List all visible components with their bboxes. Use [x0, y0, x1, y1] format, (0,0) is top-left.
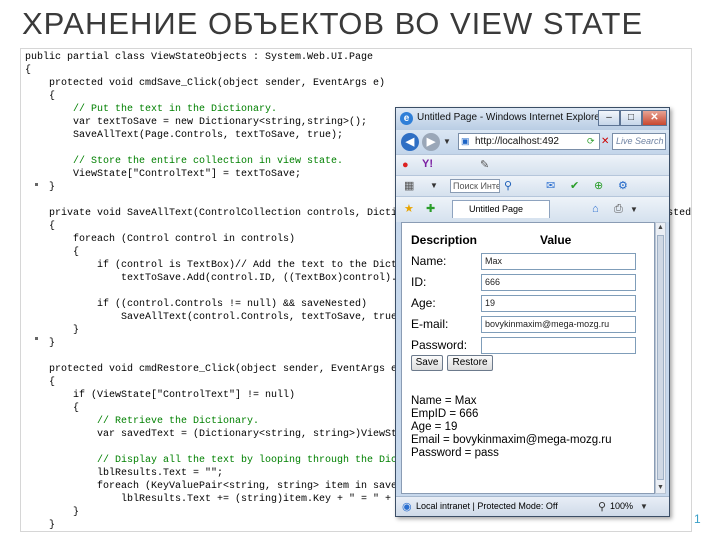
slide-title: ХРАНЕНИЕ ОБЪЕКТОВ ВО VIEW STATE	[22, 6, 644, 41]
scrollbar-thumb[interactable]	[657, 235, 664, 480]
code-line: foreach (Control control in controls)	[25, 234, 296, 245]
toolbar-grip-icon: ▦	[404, 180, 415, 192]
code-line: }	[25, 507, 80, 518]
home-icon[interactable]: ⌂	[592, 202, 599, 216]
code-line: textToSave.Add(control.ID, ((TextBox)con…	[25, 273, 434, 284]
refresh-icon[interactable]: ⟳	[587, 134, 595, 148]
bullet-dot	[35, 337, 38, 340]
mail-icon[interactable]: ✉	[546, 179, 555, 193]
dropdown-arrow-icon[interactable]: ▼	[443, 135, 451, 149]
search-icon[interactable]: ⚲	[504, 179, 512, 193]
scroll-up-icon[interactable]: ▲	[656, 223, 665, 233]
dropdown-arrow-icon[interactable]: ▼	[630, 203, 638, 217]
links-toolbar: ● Y! ✎	[396, 154, 669, 175]
maximize-button[interactable]: □	[620, 110, 642, 126]
name-label: Name:	[411, 254, 447, 268]
email-input[interactable]: bovykinmaxim@mega-mozg.ru	[481, 316, 636, 333]
toolbar-search-input[interactable]: Поиск Интернет	[450, 179, 500, 193]
code-line: public partial class ViewStateObjects : …	[25, 52, 374, 63]
code-line: ViewState["ControlText"] = textToSave;	[25, 169, 302, 180]
code-line: var textToSave = new Dictionary<string,s…	[25, 117, 368, 128]
intranet-globe-icon: ◉	[402, 501, 412, 513]
favorites-star-icon[interactable]: ★	[404, 202, 414, 216]
web-page-content: Description Value Name: Max ID: 666 Age:…	[401, 222, 655, 494]
code-line: {	[25, 65, 32, 76]
dropdown-arrow-icon[interactable]: ▼	[640, 500, 648, 514]
code-line: }	[25, 338, 56, 349]
ie-logo-icon: e	[400, 112, 413, 125]
check-icon[interactable]: ✔	[570, 179, 579, 193]
tab-untitled-page[interactable]: Untitled Page	[452, 200, 550, 218]
close-button[interactable]: ✕	[642, 110, 667, 126]
zoom-icon: ⚲	[598, 501, 607, 513]
code-line: {	[25, 221, 56, 232]
address-bar[interactable]: ▣ http://localhost:492 ⟳	[458, 133, 600, 150]
minimize-button[interactable]: –	[598, 110, 620, 126]
window-title: Untitled Page - Windows Internet Explore…	[417, 112, 604, 123]
page-number: 1	[694, 512, 701, 526]
page-icon: ▣	[461, 136, 470, 146]
search-toolbar: ▦ ▼ Поиск Интернет ⚲ ✉ ✔ ⊕ ⚙	[396, 175, 669, 196]
zone-status: Local intranet | Protected Mode: Off	[416, 501, 558, 511]
code-line: protected void cmdSave_Click(object send…	[25, 78, 386, 89]
result-line: EmpID = 666	[411, 408, 479, 420]
code-comment: // Display all the text by looping throu…	[25, 455, 446, 466]
pen-icon[interactable]: ✎	[480, 158, 489, 172]
address-text: http://localhost:492	[475, 136, 559, 147]
result-line: Age = 19	[411, 421, 458, 433]
value-header: Value	[540, 233, 572, 247]
code-line: {	[25, 91, 56, 102]
code-line: {	[25, 247, 80, 258]
yahoo-icon[interactable]: Y!	[422, 157, 433, 171]
forward-icon[interactable]: ▶	[422, 133, 440, 151]
result-line: Name = Max	[411, 395, 477, 407]
print-icon[interactable]: ⎙	[614, 202, 623, 216]
code-line: {	[25, 377, 56, 388]
code-comment: // Retrieve the Dictionary.	[25, 416, 260, 427]
code-line: }	[25, 325, 80, 336]
code-line: foreach (KeyValuePair<string, string> it…	[25, 481, 434, 492]
status-bar: ◉ Local intranet | Protected Mode: Off ⚲…	[396, 496, 669, 516]
code-line: if (ViewState["ControlText"] != null)	[25, 390, 296, 401]
code-line: }	[25, 520, 56, 531]
password-label: Password:	[411, 338, 468, 352]
restore-button[interactable]: Restore	[447, 355, 493, 371]
code-comment: // Put the text in the Dictionary.	[25, 104, 278, 115]
password-input[interactable]	[481, 337, 636, 354]
add-favorite-icon[interactable]: ✚	[426, 202, 435, 216]
code-line: SaveAllText(Page.Controls, textToSave, t…	[25, 130, 344, 141]
scroll-down-icon[interactable]: ▼	[656, 483, 665, 493]
id-label: ID:	[411, 275, 427, 289]
code-line: if ((control.Controls != null) && saveNe…	[25, 299, 368, 310]
code-comment: // Store the entire collection in view s…	[25, 156, 344, 167]
code-line: SaveAllText(control.Controls, textToSave…	[25, 312, 410, 323]
email-label: E-mail:	[411, 317, 449, 331]
tab-row: ★ ✚ Untitled Page ⌂ ⎙ ▼	[396, 196, 669, 222]
stop-icon[interactable]: ✕	[601, 135, 609, 149]
code-line: {	[25, 403, 80, 414]
code-line: if (control is TextBox)// Add the text t…	[25, 260, 440, 271]
opera-icon[interactable]: ●	[402, 158, 409, 172]
back-icon[interactable]: ◀	[401, 133, 419, 151]
browser-window: e Untitled Page - Windows Internet Explo…	[395, 107, 670, 517]
code-line: protected void cmdRestore_Click(object s…	[25, 364, 404, 375]
dropdown-arrow-icon[interactable]: ▼	[430, 179, 438, 193]
result-line: Password = pass	[411, 447, 499, 459]
code-line: lblResults.Text = "";	[25, 468, 224, 479]
bullet-dot	[35, 183, 38, 186]
live-search-input[interactable]: Live Search	[612, 133, 666, 150]
zoom-level[interactable]: 100%	[610, 497, 633, 515]
plus-icon[interactable]: ⊕	[594, 179, 603, 193]
age-input[interactable]: 19	[481, 295, 636, 312]
vertical-scrollbar[interactable]: ▲ ▼	[655, 222, 666, 494]
window-titlebar[interactable]: e Untitled Page - Windows Internet Explo…	[396, 108, 669, 130]
result-line: Email = bovykinmaxim@mega-mozg.ru	[411, 434, 612, 446]
settings-icon[interactable]: ⚙	[618, 179, 628, 193]
description-header: Description	[411, 233, 478, 247]
name-input[interactable]: Max	[481, 253, 636, 270]
age-label: Age:	[411, 296, 436, 310]
id-input[interactable]: 666	[481, 274, 636, 291]
save-button[interactable]: Save	[411, 355, 443, 371]
code-line: }	[25, 182, 56, 193]
